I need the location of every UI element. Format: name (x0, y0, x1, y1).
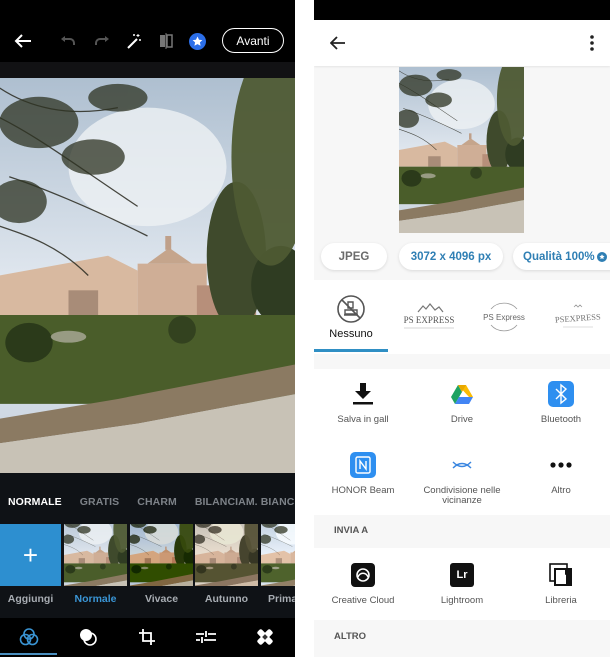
filter-category-charm[interactable]: CHARM (137, 496, 177, 520)
watermark-text: PSEXPRESS (555, 311, 602, 324)
filter-category-gratis[interactable]: GRATIS (80, 496, 120, 520)
arrow-left-icon[interactable] (326, 32, 348, 54)
filter-label-normale: Normale (74, 593, 117, 605)
filter-label-vivace: Vivace (144, 593, 179, 605)
undo-icon[interactable] (58, 20, 78, 62)
next-button[interactable]: Avanti (222, 28, 284, 53)
nfc-icon (350, 450, 376, 480)
watermark-none[interactable]: Nessuno (314, 280, 388, 354)
quality-chip[interactable]: Qualità 100% (513, 243, 610, 270)
filter-thumb-prima[interactable] (261, 524, 295, 586)
adjust-sliders-icon[interactable] (177, 618, 235, 655)
other-header: ALTRO (314, 620, 610, 652)
filter-thumb-vivace[interactable] (130, 524, 193, 586)
send-to-label: Creative Cloud (331, 595, 395, 606)
bluetooth-icon (548, 379, 574, 409)
image-preview (399, 67, 524, 233)
heal-bandage-icon[interactable] (236, 618, 294, 655)
filter-label-autunno: Autunno (204, 593, 249, 605)
format-chip[interactable]: JPEG (321, 243, 387, 270)
send-creative-cloud[interactable]: Creative Cloud (314, 560, 412, 606)
send-to-label: Libreria (545, 595, 577, 606)
watermark-text: PS EXPRESS (404, 315, 455, 325)
share-target-label: Salva in gall (337, 414, 389, 425)
share-targets-grid: Salva in gall Drive Bluetooth HONOR Beam… (314, 369, 610, 515)
plus-icon: + (22, 539, 39, 570)
filter-category-normale[interactable]: NORMALE (8, 496, 62, 520)
export-settings-chips: JPEG 3072 x 4096 px Qualità 100% (314, 243, 610, 271)
arrow-left-icon[interactable] (10, 20, 36, 62)
share-target-label: Bluetooth (540, 414, 582, 425)
share-target-label: Altro (551, 485, 571, 496)
watermark-selector: Nessuno PS EXPRESS PS Express PSEXPRESS (314, 280, 610, 354)
share-app-bar (314, 20, 610, 66)
google-drive-icon (451, 379, 473, 409)
magic-wand-icon[interactable] (124, 20, 144, 62)
watermark-psexpress-arc[interactable]: PSEXPRESS (542, 280, 610, 354)
top-bar-divider (0, 62, 295, 78)
resolution-chip[interactable]: 3072 x 4096 px (399, 243, 503, 270)
share-drive[interactable]: Drive (413, 379, 511, 425)
filter-category-tabs: NORMALE GRATIS CHARM BILANCIAM. BIANCO (0, 496, 295, 520)
active-watermark-indicator (314, 349, 388, 352)
watermark-text: PS Express (483, 313, 525, 322)
share-target-label: Drive (450, 414, 474, 425)
send-to-header: INVIA A (314, 515, 610, 545)
creative-cloud-icon (351, 560, 375, 590)
photo-canvas[interactable] (0, 78, 295, 473)
crop-icon[interactable] (118, 618, 176, 655)
editor-top-bar: Avanti (0, 20, 295, 62)
share-target-label: HONOR Beam (331, 485, 395, 496)
looks-icon[interactable] (0, 618, 58, 655)
send-library[interactable]: Libreria (512, 560, 610, 606)
add-filter-label: Aggiungi (7, 593, 54, 605)
filter-label-prima: Prima (268, 593, 295, 605)
more-vertical-icon[interactable] (582, 32, 602, 54)
send-lightroom[interactable]: Lr Lightroom (413, 560, 511, 606)
active-tool-indicator (0, 653, 57, 655)
watermark-ps-express-circle[interactable]: PS Express (467, 280, 541, 354)
watermark-none-label: Nessuno (329, 328, 373, 340)
add-filter-button[interactable]: + (0, 524, 61, 586)
redo-icon[interactable] (92, 20, 112, 62)
share-panel: JPEG 3072 x 4096 px Qualità 100% Nessuno… (314, 0, 610, 657)
filter-category-bilanciam-bianco[interactable]: BILANCIAM. BIANCO (195, 496, 295, 520)
share-bluetooth[interactable]: Bluetooth (512, 379, 610, 425)
share-nearby[interactable]: Condivisione nelle vicinanze (413, 450, 511, 506)
compare-icon[interactable] (156, 20, 176, 62)
filter-thumb-normale[interactable] (64, 524, 127, 586)
share-save-gallery[interactable]: Salva in gall (314, 379, 412, 425)
quality-label: Qualità 100% (523, 250, 595, 263)
watermark-ps-express-mountain[interactable]: PS EXPRESS (392, 280, 466, 354)
star-badge-icon[interactable] (186, 20, 208, 62)
send-to-grid: Creative Cloud Lr Lightroom Libreria (314, 548, 610, 620)
share-target-label: Condivisione nelle vicinanze (423, 485, 501, 506)
edited-photo (0, 78, 295, 473)
filter-thumb-autunno[interactable] (195, 524, 258, 586)
photo-editor-panel: Avanti NORMALE GRATIS CHARM BILANCIAM. B… (0, 0, 295, 657)
share-more[interactable]: Altro (512, 450, 610, 496)
share-honor-beam[interactable]: HONOR Beam (314, 450, 412, 496)
nearby-share-icon (452, 450, 472, 480)
library-icon (549, 560, 573, 590)
status-bar (314, 0, 610, 20)
settings-icon (596, 251, 607, 262)
more-horizontal-icon (550, 450, 572, 480)
lightroom-badge: Lr (450, 563, 474, 587)
lightroom-icon: Lr (450, 560, 474, 590)
no-watermark-icon (337, 295, 365, 323)
send-to-label: Lightroom (440, 595, 484, 606)
tool-navigation (0, 618, 295, 657)
download-icon (353, 379, 373, 409)
mask-blend-icon[interactable] (59, 618, 117, 655)
